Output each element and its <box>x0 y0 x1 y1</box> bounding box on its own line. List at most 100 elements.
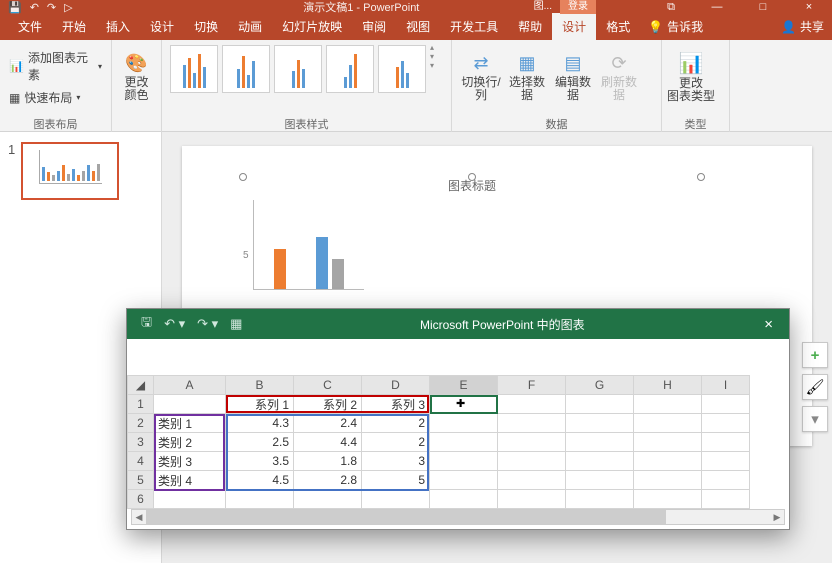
save-icon[interactable]: 💾 <box>6 1 24 14</box>
share-button[interactable]: 👤共享 <box>773 13 832 40</box>
change-colors-button[interactable]: 🎨更改 颜色 <box>118 43 155 113</box>
redo-icon[interactable]: ↷ <box>45 1 58 14</box>
cell[interactable] <box>430 490 498 509</box>
active-cell[interactable]: ✚ <box>430 395 498 414</box>
cell[interactable] <box>498 452 566 471</box>
cell[interactable]: 类别 2 <box>154 433 226 452</box>
add-chart-element-button[interactable]: 📊添加图表元素▾ <box>6 47 105 85</box>
tab-view[interactable]: 视图 <box>396 13 440 40</box>
cell[interactable]: 2 <box>362 414 430 433</box>
tab-animation[interactable]: 动画 <box>228 13 272 40</box>
cell[interactable]: 3 <box>362 452 430 471</box>
cell[interactable] <box>154 490 226 509</box>
cell[interactable]: 2 <box>362 433 430 452</box>
row-header-4[interactable]: 4 <box>128 452 154 471</box>
row-header-1[interactable]: 1 <box>128 395 154 414</box>
cell[interactable]: 1.8 <box>294 452 362 471</box>
cell[interactable] <box>566 433 634 452</box>
select-all-cell[interactable]: ◢ <box>128 376 154 395</box>
col-header-f[interactable]: F <box>498 376 566 395</box>
cell[interactable] <box>566 414 634 433</box>
sheet-redo-icon[interactable]: ↷ ▾ <box>191 316 224 332</box>
col-header-e[interactable]: E <box>430 376 498 395</box>
cell[interactable] <box>702 452 750 471</box>
cell[interactable] <box>498 471 566 490</box>
cell[interactable]: 系列 1 <box>226 395 294 414</box>
cell[interactable] <box>226 490 294 509</box>
cell[interactable] <box>702 490 750 509</box>
chart-elements-button[interactable]: + <box>802 342 828 368</box>
chart-data-close-button[interactable]: × <box>756 316 781 333</box>
col-header-g[interactable]: G <box>566 376 634 395</box>
slide-thumbnail-1[interactable] <box>21 142 119 200</box>
chart-data-window[interactable]: 🖫 ↶ ▾ ↷ ▾ ▦ Microsoft PowerPoint 中的图表 × … <box>126 308 790 530</box>
col-header-b[interactable]: B <box>226 376 294 395</box>
row-header-5[interactable]: 5 <box>128 471 154 490</box>
sheet-save-icon[interactable]: 🖫 <box>135 313 158 335</box>
row-header-2[interactable]: 2 <box>128 414 154 433</box>
tab-slideshow[interactable]: 幻灯片放映 <box>272 13 352 40</box>
sheet-horizontal-scrollbar[interactable]: ◀ ▶ <box>131 509 785 525</box>
scrollbar-thumb[interactable] <box>146 510 666 524</box>
maximize-button[interactable]: □ <box>740 0 786 14</box>
close-button[interactable]: × <box>786 0 832 14</box>
cell[interactable] <box>702 395 750 414</box>
window-options-icon[interactable]: ⧉ <box>648 0 694 14</box>
cell[interactable] <box>634 395 702 414</box>
cell[interactable]: 类别 3 <box>154 452 226 471</box>
tab-home[interactable]: 开始 <box>52 13 96 40</box>
change-chart-type-button[interactable]: 📊更改 图表类型 <box>668 43 714 113</box>
cell[interactable]: 系列 2 <box>294 395 362 414</box>
cell[interactable] <box>498 395 566 414</box>
cell[interactable] <box>634 414 702 433</box>
styles-more-icon[interactable]: ▾ <box>430 61 434 70</box>
cell[interactable] <box>634 471 702 490</box>
chart-filters-button[interactable]: ▾ <box>802 406 828 432</box>
tab-format[interactable]: 格式 <box>596 13 640 40</box>
row-header-3[interactable]: 3 <box>128 433 154 452</box>
tab-help[interactable]: 帮助 <box>508 13 552 40</box>
chart-style-2[interactable] <box>222 45 270 93</box>
cell[interactable]: 2.8 <box>294 471 362 490</box>
chart-plot-area[interactable] <box>253 200 364 290</box>
tab-review[interactable]: 审阅 <box>352 13 396 40</box>
row-header-6[interactable]: 6 <box>128 490 154 509</box>
undo-icon[interactable]: ↶ <box>28 1 41 14</box>
scroll-right-icon[interactable]: ▶ <box>770 512 784 523</box>
quick-layout-button[interactable]: ▦快速布局▾ <box>6 87 83 108</box>
chart-style-1[interactable] <box>170 45 218 93</box>
cell[interactable] <box>430 433 498 452</box>
cell[interactable] <box>566 490 634 509</box>
cell[interactable] <box>498 414 566 433</box>
cell[interactable] <box>702 414 750 433</box>
cell[interactable] <box>634 433 702 452</box>
cell[interactable]: 2.5 <box>226 433 294 452</box>
col-header-i[interactable]: I <box>702 376 750 395</box>
styles-scroll-down-icon[interactable]: ▾ <box>430 52 434 61</box>
cell[interactable] <box>566 452 634 471</box>
cell[interactable] <box>634 452 702 471</box>
select-data-button[interactable]: ▦选择数据 <box>504 43 550 113</box>
cell[interactable] <box>294 490 362 509</box>
tellme-button[interactable]: 💡告诉我 <box>640 13 711 40</box>
cell[interactable] <box>566 471 634 490</box>
cell[interactable] <box>430 414 498 433</box>
tab-transition[interactable]: 切换 <box>184 13 228 40</box>
edit-data-button[interactable]: ▤编辑数 据 <box>550 43 596 113</box>
cell[interactable]: 类别 4 <box>154 471 226 490</box>
tab-design[interactable]: 设计 <box>140 13 184 40</box>
cell[interactable]: 系列 3 <box>362 395 430 414</box>
switch-row-col-button[interactable]: ⇄切换行/列 <box>458 43 504 113</box>
cell[interactable]: 4.5 <box>226 471 294 490</box>
cell[interactable] <box>430 471 498 490</box>
col-header-c[interactable]: C <box>294 376 362 395</box>
cell[interactable] <box>362 490 430 509</box>
cell[interactable] <box>498 433 566 452</box>
cell[interactable]: 4.3 <box>226 414 294 433</box>
cell[interactable]: 3.5 <box>226 452 294 471</box>
sheet-undo-icon[interactable]: ↶ ▾ <box>158 316 191 332</box>
cell[interactable]: 2.4 <box>294 414 362 433</box>
start-slideshow-icon[interactable]: ▷ <box>62 1 74 14</box>
cell[interactable] <box>702 471 750 490</box>
tab-file[interactable]: 文件 <box>8 13 52 40</box>
